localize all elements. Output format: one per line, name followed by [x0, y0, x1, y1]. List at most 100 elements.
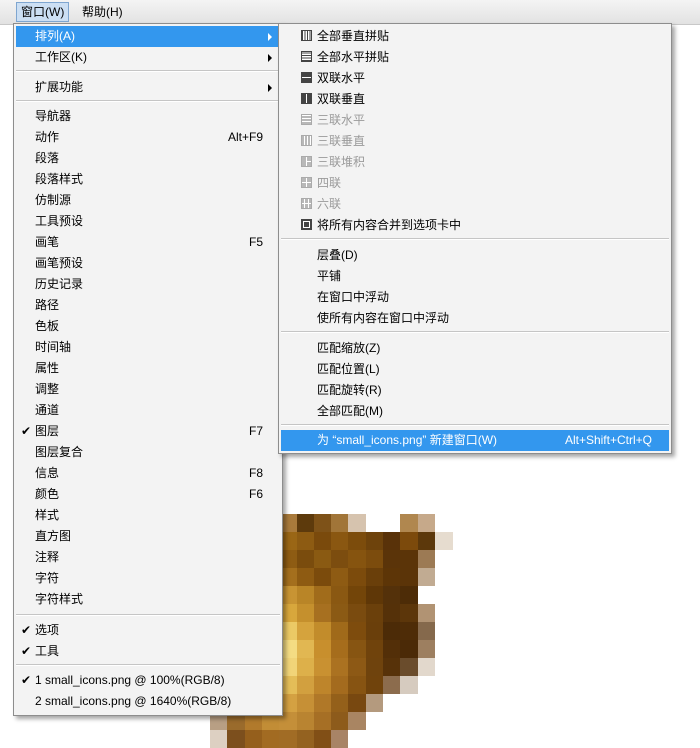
arrange-submenu-item[interactable]: 双联水平 [281, 68, 669, 89]
window-menu-item[interactable]: 色板 [16, 316, 280, 337]
window-menu-item-label: 调整 [35, 382, 60, 396]
window-menu-item[interactable]: 字符 [16, 568, 280, 589]
window-menu-item-label: 2 small_icons.png @ 1640%(RGB/8) [35, 694, 232, 708]
canvas-pixel [279, 730, 298, 748]
canvas-pixel [400, 604, 419, 622]
canvas-pixel [383, 514, 401, 532]
canvas-pixel [400, 694, 419, 712]
arrange-submenu-item-label: 平铺 [317, 269, 342, 283]
canvas-pixel [313, 622, 332, 640]
window-menu-item[interactable]: 导航器 [16, 106, 280, 127]
window-menu-item[interactable]: 路径 [16, 295, 280, 316]
arrange-submenu-item[interactable]: 在窗口中浮动 [281, 287, 669, 308]
submenu-arrow-icon [268, 54, 272, 62]
canvas-pixel [365, 640, 384, 658]
arrange-submenu-item[interactable]: 为 “small_icons.png” 新建窗口(W) Alt+Shift+Ctr… [281, 430, 669, 451]
window-menu-item[interactable]: 段落 [16, 148, 280, 169]
arrange-submenu-item: 六联 [281, 194, 669, 215]
arrange-submenu-item-label: 匹配位置(L) [317, 362, 380, 376]
canvas-pixel [383, 730, 401, 748]
checkmark-icon: ✔ [21, 623, 32, 637]
arrange-submenu-item-label: 匹配旋转(R) [317, 383, 382, 397]
arrange-submenu-item[interactable]: 层叠(D) [281, 245, 669, 266]
canvas-pixel [417, 658, 436, 676]
menu-help[interactable]: 帮助(H) [78, 3, 127, 21]
window-menu-item[interactable]: 时间轴 [16, 337, 280, 358]
window-menu-item[interactable]: 直方图 [16, 526, 280, 547]
canvas-pixel [400, 532, 419, 550]
window-menu-item[interactable]: 画笔预设 [16, 253, 280, 274]
arrange-submenu-item[interactable]: 全部水平拼贴 [281, 47, 669, 68]
arrange-submenu-item[interactable]: 平铺 [281, 266, 669, 287]
canvas-pixel [400, 730, 419, 748]
canvas-pixel [417, 712, 436, 730]
canvas-pixel [365, 550, 384, 568]
arrange-submenu-item[interactable]: 匹配位置(L) [281, 359, 669, 380]
menu-separator [16, 614, 280, 616]
window-menu-item-label: 段落样式 [35, 172, 84, 186]
menu-window[interactable]: 窗口(W) [16, 2, 70, 22]
window-menu-item[interactable]: ✔ 选项 [16, 620, 280, 641]
window-menu-item[interactable]: 仿制源 [16, 190, 280, 211]
window-menu-item[interactable]: 注释 [16, 547, 280, 568]
window-menu-item[interactable]: 2 small_icons.png @ 1640%(RGB/8) [16, 691, 280, 712]
window-menu-item[interactable]: 扩展功能 [16, 77, 280, 98]
canvas-pixel [348, 694, 367, 712]
canvas-pixel [400, 550, 419, 568]
canvas-pixel [296, 730, 315, 748]
window-menu-item[interactable]: 画笔 F5 [16, 232, 280, 253]
window-menu-item-label: 路径 [35, 298, 60, 312]
canvas-pixel [313, 532, 332, 550]
arrange-submenu-item[interactable]: 匹配旋转(R) [281, 380, 669, 401]
window-menu-item-label: 画笔 [35, 235, 60, 249]
three-up-vertical-icon [301, 135, 312, 146]
window-menu-item[interactable]: 颜色 F6 [16, 484, 280, 505]
canvas-pixel [400, 622, 419, 640]
window-menu-item[interactable]: ✔ 1 small_icons.png @ 100%(RGB/8) [16, 670, 280, 691]
window-menu-item[interactable]: 历史记录 [16, 274, 280, 295]
window-menu-item[interactable]: 字符样式 [16, 589, 280, 610]
canvas-pixel [331, 622, 350, 640]
window-menu-item-label: 工具 [35, 644, 60, 658]
canvas-pixel [348, 586, 367, 604]
canvas-pixel [400, 586, 419, 604]
window-menu-item-label: 通道 [35, 403, 60, 417]
arrange-submenu-item[interactable]: 匹配缩放(Z) [281, 338, 669, 359]
window-menu-item-label: 样式 [35, 508, 60, 522]
canvas-pixel [313, 730, 332, 748]
window-menu-item[interactable]: 样式 [16, 505, 280, 526]
canvas-pixel [383, 586, 401, 604]
window-menu-item[interactable]: 排列(A) [16, 26, 280, 47]
canvas-pixel [400, 568, 419, 586]
arrange-submenu-item: 三联垂直 [281, 131, 669, 152]
window-menu-item[interactable]: 图层复合 [16, 442, 280, 463]
arrange-submenu-item[interactable]: 全部垂直拼贴 [281, 26, 669, 47]
arrange-submenu-item-label: 三联堆积 [317, 155, 366, 169]
arrange-submenu-item[interactable]: 全部匹配(M) [281, 401, 669, 422]
window-menu-item[interactable]: ✔ 工具 [16, 641, 280, 662]
arrange-submenu-item[interactable]: 将所有内容合并到选项卡中 [281, 215, 669, 236]
window-menu-item[interactable]: 工具预设 [16, 211, 280, 232]
canvas-pixel [434, 532, 453, 550]
canvas-pixel [210, 730, 228, 748]
canvas-pixel [348, 712, 367, 730]
window-menu-item-label: 直方图 [35, 529, 72, 543]
canvas-pixel [383, 658, 401, 676]
checkmark-icon: ✔ [21, 644, 32, 658]
canvas-pixel [365, 712, 384, 730]
window-menu-item[interactable]: 信息 F8 [16, 463, 280, 484]
window-menu-item[interactable]: ✔ 图层 F7 [16, 421, 280, 442]
window-menu-item[interactable]: 通道 [16, 400, 280, 421]
window-menu-item[interactable]: 调整 [16, 379, 280, 400]
two-up-vertical-icon [301, 93, 312, 104]
window-menu-item[interactable]: 段落样式 [16, 169, 280, 190]
window-menu-item[interactable]: 属性 [16, 358, 280, 379]
arrange-submenu-item[interactable]: 双联垂直 [281, 89, 669, 110]
canvas-pixel [434, 604, 453, 622]
canvas-pixel [383, 712, 401, 730]
window-menu-item[interactable]: 动作 Alt+F9 [16, 127, 280, 148]
arrange-submenu-item-label: 四联 [317, 176, 342, 190]
window-menu-item[interactable]: 工作区(K) [16, 47, 280, 68]
arrange-submenu-item[interactable]: 使所有内容在窗口中浮动 [281, 308, 669, 329]
window-menu-item-label: 画笔预设 [35, 256, 84, 270]
